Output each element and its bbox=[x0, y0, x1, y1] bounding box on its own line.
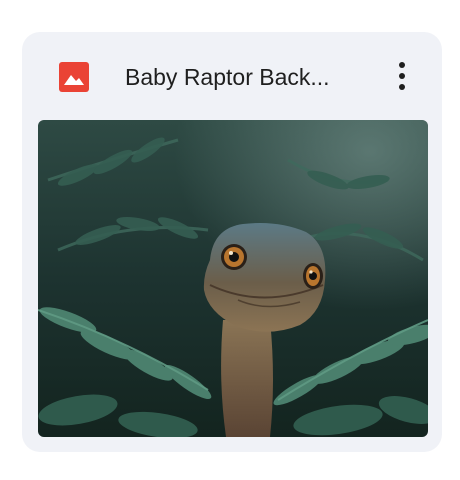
image-thumbnail[interactable] bbox=[38, 120, 428, 437]
file-card[interactable]: Baby Raptor Back... bbox=[22, 32, 442, 452]
file-title: Baby Raptor Back... bbox=[125, 64, 330, 90]
image-file-icon bbox=[59, 62, 89, 92]
more-options-button[interactable] bbox=[384, 56, 420, 96]
more-vert-icon bbox=[399, 62, 405, 90]
card-header: Baby Raptor Back... bbox=[22, 32, 442, 120]
baby-raptor-in-ferns-image bbox=[38, 120, 428, 437]
